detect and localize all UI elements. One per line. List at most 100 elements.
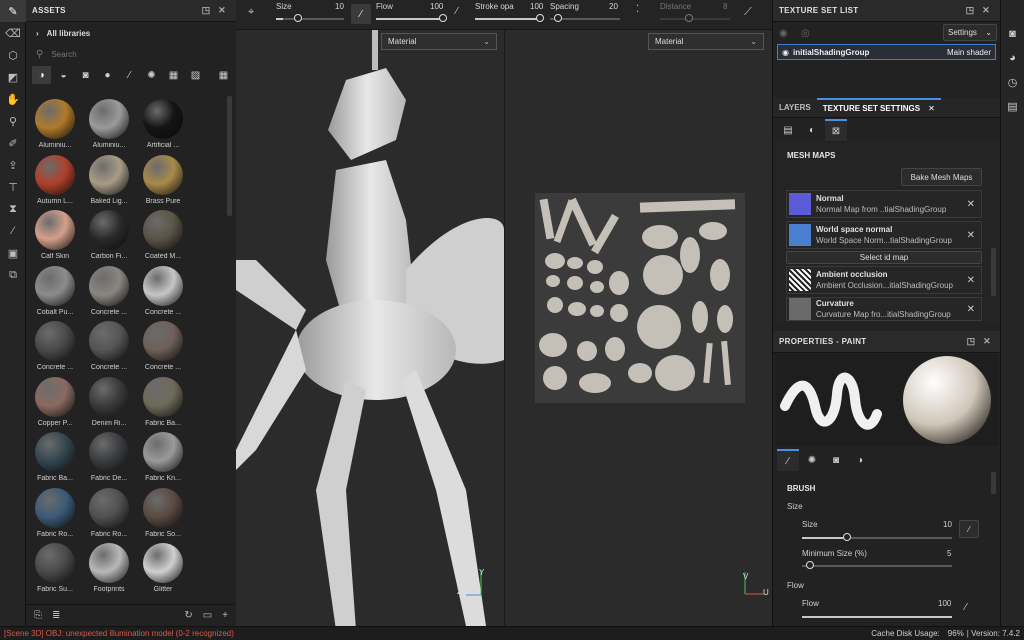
- mesh-maps-scrollbar[interactable]: [991, 248, 996, 296]
- eye-icon[interactable]: ◉: [782, 48, 789, 57]
- material-item[interactable]: Footprints: [84, 540, 134, 596]
- material-item[interactable]: Fabric Ba...: [30, 429, 80, 485]
- alignment-icon[interactable]: ⟋: [744, 6, 752, 19]
- viewport-2d-mode-select[interactable]: Material ⌄: [648, 33, 764, 50]
- close-icon[interactable]: ✕: [214, 5, 230, 16]
- material-item[interactable]: Artificial ...: [138, 96, 188, 152]
- stencil-tab-icon[interactable]: ◙: [825, 449, 847, 471]
- filter-mask-generators-icon[interactable]: ●: [98, 66, 117, 84]
- close-icon[interactable]: ✕: [979, 336, 995, 347]
- material-item[interactable]: Aluminiu...: [84, 96, 134, 152]
- material-item[interactable]: Fabric So...: [138, 485, 188, 541]
- material-item[interactable]: Autumn L...: [30, 152, 80, 208]
- material-tab-icon[interactable]: ◑: [849, 449, 871, 471]
- search-input[interactable]: Search: [51, 50, 76, 59]
- library-selector[interactable]: › All libraries: [26, 22, 236, 44]
- channels-icon[interactable]: ◐: [801, 119, 823, 141]
- brush-size-slider-knob[interactable]: [843, 533, 851, 541]
- visibility-icon[interactable]: ◉: [779, 28, 788, 39]
- material-item[interactable]: Fabric Ro...: [30, 485, 80, 541]
- material-item[interactable]: Cobalt Pu...: [30, 263, 80, 319]
- bake-icon[interactable]: ⇪: [0, 154, 26, 176]
- minimum-size-slider[interactable]: [802, 565, 952, 567]
- remove-map-icon[interactable]: ✕: [967, 230, 975, 241]
- screenshot-icon[interactable]: ▣: [0, 242, 26, 264]
- material-item[interactable]: Aluminiu...: [30, 96, 80, 152]
- material-item[interactable]: Calf Skin: [30, 207, 80, 263]
- size-pressure-icon[interactable]: ⁄: [959, 520, 979, 538]
- material-item[interactable]: Concrete ...: [84, 263, 134, 319]
- text-icon[interactable]: ⊤: [0, 176, 26, 198]
- pen-pressure-icon[interactable]: ⁄: [351, 4, 371, 24]
- grid-view-icon[interactable]: ▦: [214, 66, 233, 84]
- brush-tab-icon[interactable]: ⁄: [777, 449, 799, 471]
- viewport-3d[interactable]: Material ⌄ Z Y: [236, 30, 504, 626]
- filter-smart-materials-icon[interactable]: ◒: [54, 66, 73, 84]
- spacing-slider-knob[interactable]: [554, 14, 562, 22]
- bake-mesh-maps-button[interactable]: Bake Mesh Maps: [901, 168, 982, 186]
- tab-layers[interactable]: LAYERS: [773, 98, 817, 118]
- material-item[interactable]: Concrete ...: [30, 318, 80, 374]
- material-item[interactable]: Brass Pure: [138, 152, 188, 208]
- uv-settings-icon[interactable]: ▤: [777, 119, 799, 141]
- flow-slider[interactable]: [376, 18, 444, 20]
- material-item[interactable]: Concrete ...: [138, 263, 188, 319]
- filter-particles-icon[interactable]: ✺: [142, 66, 161, 84]
- smudge-icon[interactable]: ✋: [0, 88, 26, 110]
- display-settings-icon[interactable]: ◕: [1001, 46, 1024, 70]
- flow-slider-knob[interactable]: [439, 14, 447, 22]
- search-bar[interactable]: ⚲ Search: [26, 44, 236, 64]
- stroke-opacity-knob[interactable]: [536, 14, 544, 22]
- mesh-maps-icon[interactable]: ⊠: [825, 119, 847, 141]
- material-item[interactable]: Fabric Su...: [30, 540, 80, 596]
- camera-icon[interactable]: ◙: [1001, 22, 1024, 46]
- material-item[interactable]: Fabric Kn...: [138, 429, 188, 485]
- material-item[interactable]: Concrete ...: [84, 318, 134, 374]
- viewport-2d[interactable]: Material ⌄ V U: [505, 30, 772, 626]
- geometry-mask-icon[interactable]: ⧗: [0, 198, 26, 220]
- settings-dropdown[interactable]: Settings ⌄: [943, 24, 997, 41]
- filter-environments-icon[interactable]: ▨: [186, 66, 205, 84]
- remove-map-icon[interactable]: ✕: [967, 275, 975, 286]
- solo-icon[interactable]: ◎: [801, 28, 810, 39]
- material-item[interactable]: Coated M...: [138, 207, 188, 263]
- size-slider[interactable]: [276, 18, 344, 20]
- brush-flow-slider[interactable]: [802, 616, 952, 618]
- minimum-size-slider-knob[interactable]: [805, 561, 814, 569]
- undock-icon[interactable]: ◳: [198, 5, 214, 16]
- material-item[interactable]: Fabric Ba...: [138, 374, 188, 430]
- eraser-icon[interactable]: ⌫: [0, 22, 26, 44]
- material-item[interactable]: Copper P...: [30, 374, 80, 430]
- undock-icon[interactable]: ◳: [962, 5, 978, 16]
- log-icon[interactable]: ▤: [1001, 94, 1024, 118]
- tab-texture-set-settings[interactable]: TEXTURE SET SETTINGS ✕: [816, 97, 941, 118]
- eyedropper-icon[interactable]: ⁄: [0, 220, 26, 242]
- properties-scrollbar[interactable]: [991, 472, 996, 494]
- close-icon[interactable]: ✕: [928, 104, 935, 113]
- layers-3d-icon[interactable]: ⧉: [0, 264, 26, 286]
- polygon-fill-icon[interactable]: ◩: [0, 66, 26, 88]
- material-item[interactable]: Carbon Fi...: [84, 207, 134, 263]
- size-slider-knob[interactable]: [294, 14, 302, 22]
- filter-masks-icon[interactable]: ◙: [76, 66, 95, 84]
- remove-map-icon[interactable]: ✕: [967, 199, 975, 210]
- assets-scrollbar[interactable]: [227, 96, 232, 216]
- projection-icon[interactable]: ⬡: [0, 44, 26, 66]
- import-icon[interactable]: ⎘: [34, 610, 42, 621]
- clone-icon[interactable]: ⚲: [0, 110, 26, 132]
- color-picker-icon[interactable]: ✐: [0, 132, 26, 154]
- add-icon[interactable]: +: [222, 610, 228, 621]
- material-item[interactable]: Glitter: [138, 540, 188, 596]
- flow-pressure-icon[interactable]: ⁄: [965, 602, 967, 613]
- flow-pressure-icon[interactable]: ⁄: [456, 6, 458, 17]
- refresh-icon[interactable]: ↻: [184, 610, 192, 621]
- mesh-map-item[interactable]: Curvature Curvature Map fro...itialShadin…: [786, 297, 982, 321]
- texture-set-row[interactable]: ◉ initialShadingGroup Main shader: [777, 44, 996, 60]
- mesh-map-item[interactable]: Ambient occlusion Ambient Occlusion...iti…: [786, 266, 982, 294]
- select-id-map-button[interactable]: Select id map: [786, 251, 982, 264]
- remove-map-icon[interactable]: ✕: [967, 304, 975, 315]
- filter-list-icon[interactable]: ≣: [52, 610, 60, 621]
- lazy-mouse-icon[interactable]: ⁚: [636, 4, 639, 15]
- brush-icon[interactable]: ✎: [0, 0, 26, 22]
- history-icon[interactable]: ◷: [1001, 70, 1024, 94]
